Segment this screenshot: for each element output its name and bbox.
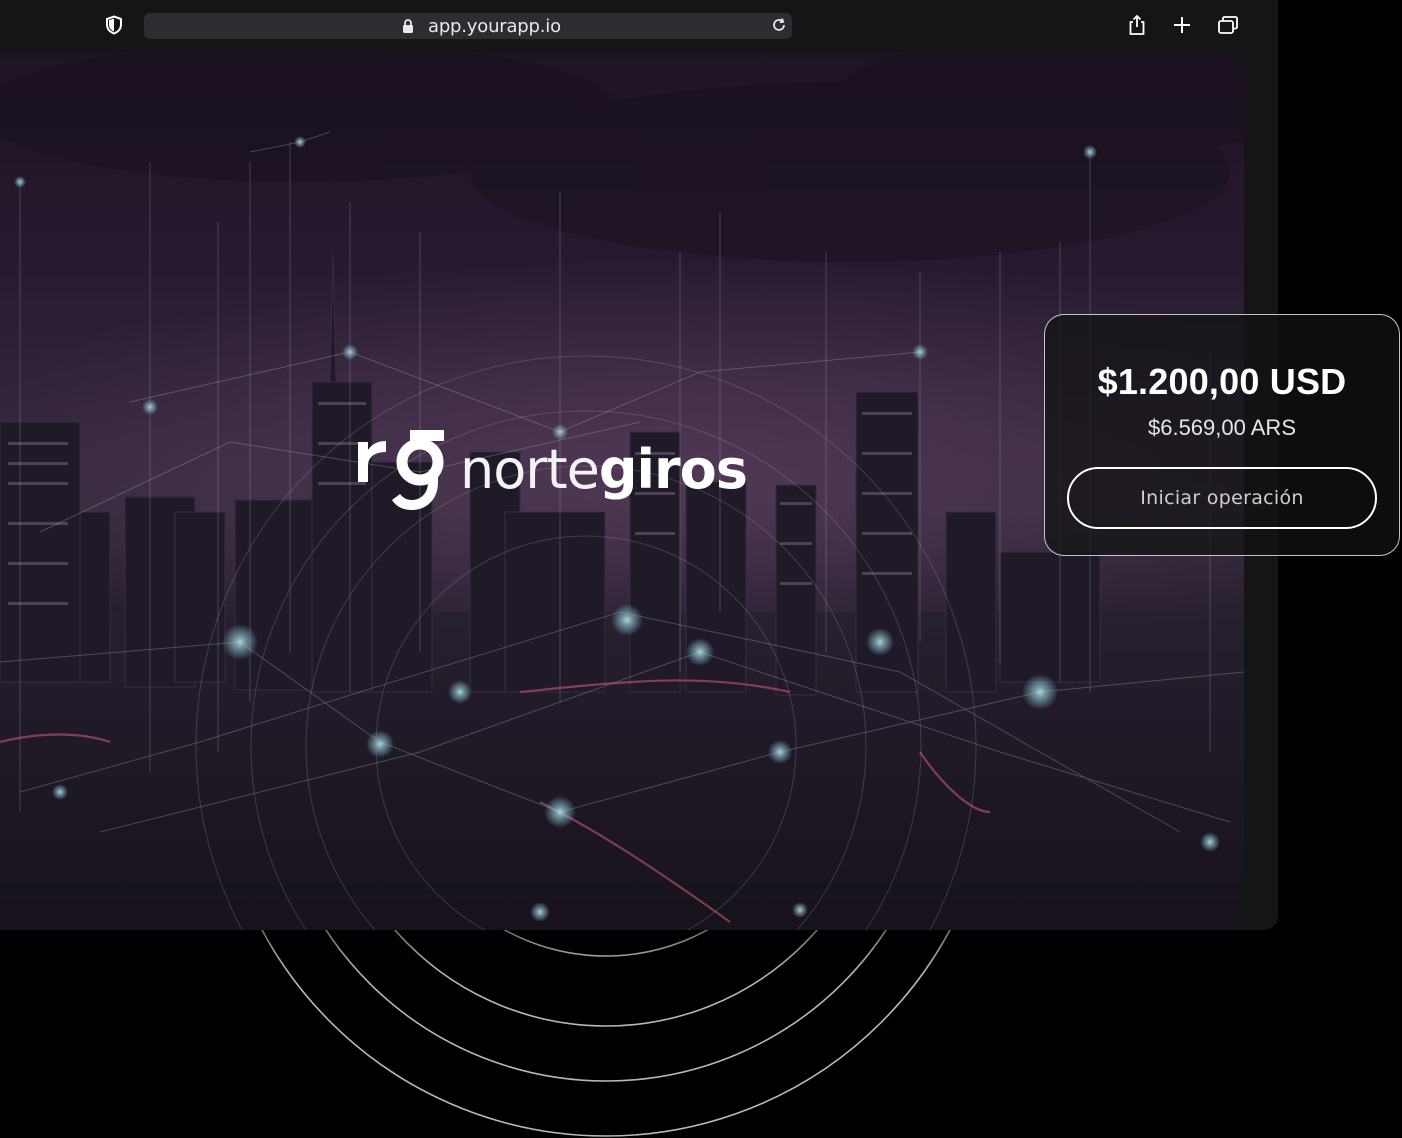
shield-icon[interactable]	[102, 13, 126, 37]
plus-icon[interactable]	[1170, 13, 1194, 37]
tabs-icon[interactable]	[1216, 13, 1240, 37]
rg-logo-mark-icon	[358, 430, 444, 510]
brand-word-light: norte	[460, 438, 600, 501]
start-operation-button[interactable]: Iniciar operación	[1067, 467, 1377, 529]
brand-word-bold: giros	[598, 438, 748, 501]
browser-toolbar: app.yourapp.io	[0, 0, 1278, 52]
address-bar[interactable]: app.yourapp.io	[144, 13, 792, 39]
price-quote-card: $1.200,00 USD $6.569,00 ARS Iniciar oper…	[1044, 314, 1400, 556]
url-text: app.yourapp.io	[428, 16, 561, 37]
reload-icon[interactable]	[770, 16, 788, 39]
share-icon[interactable]	[1125, 13, 1149, 37]
amount-usd: $1.200,00 USD	[1097, 361, 1347, 402]
brand-wordmark: nortegiros	[460, 438, 748, 516]
brand-logo: nortegiros	[354, 420, 748, 516]
amount-ars: $6.569,00 ARS	[1147, 415, 1296, 440]
lock-icon	[402, 19, 414, 38]
